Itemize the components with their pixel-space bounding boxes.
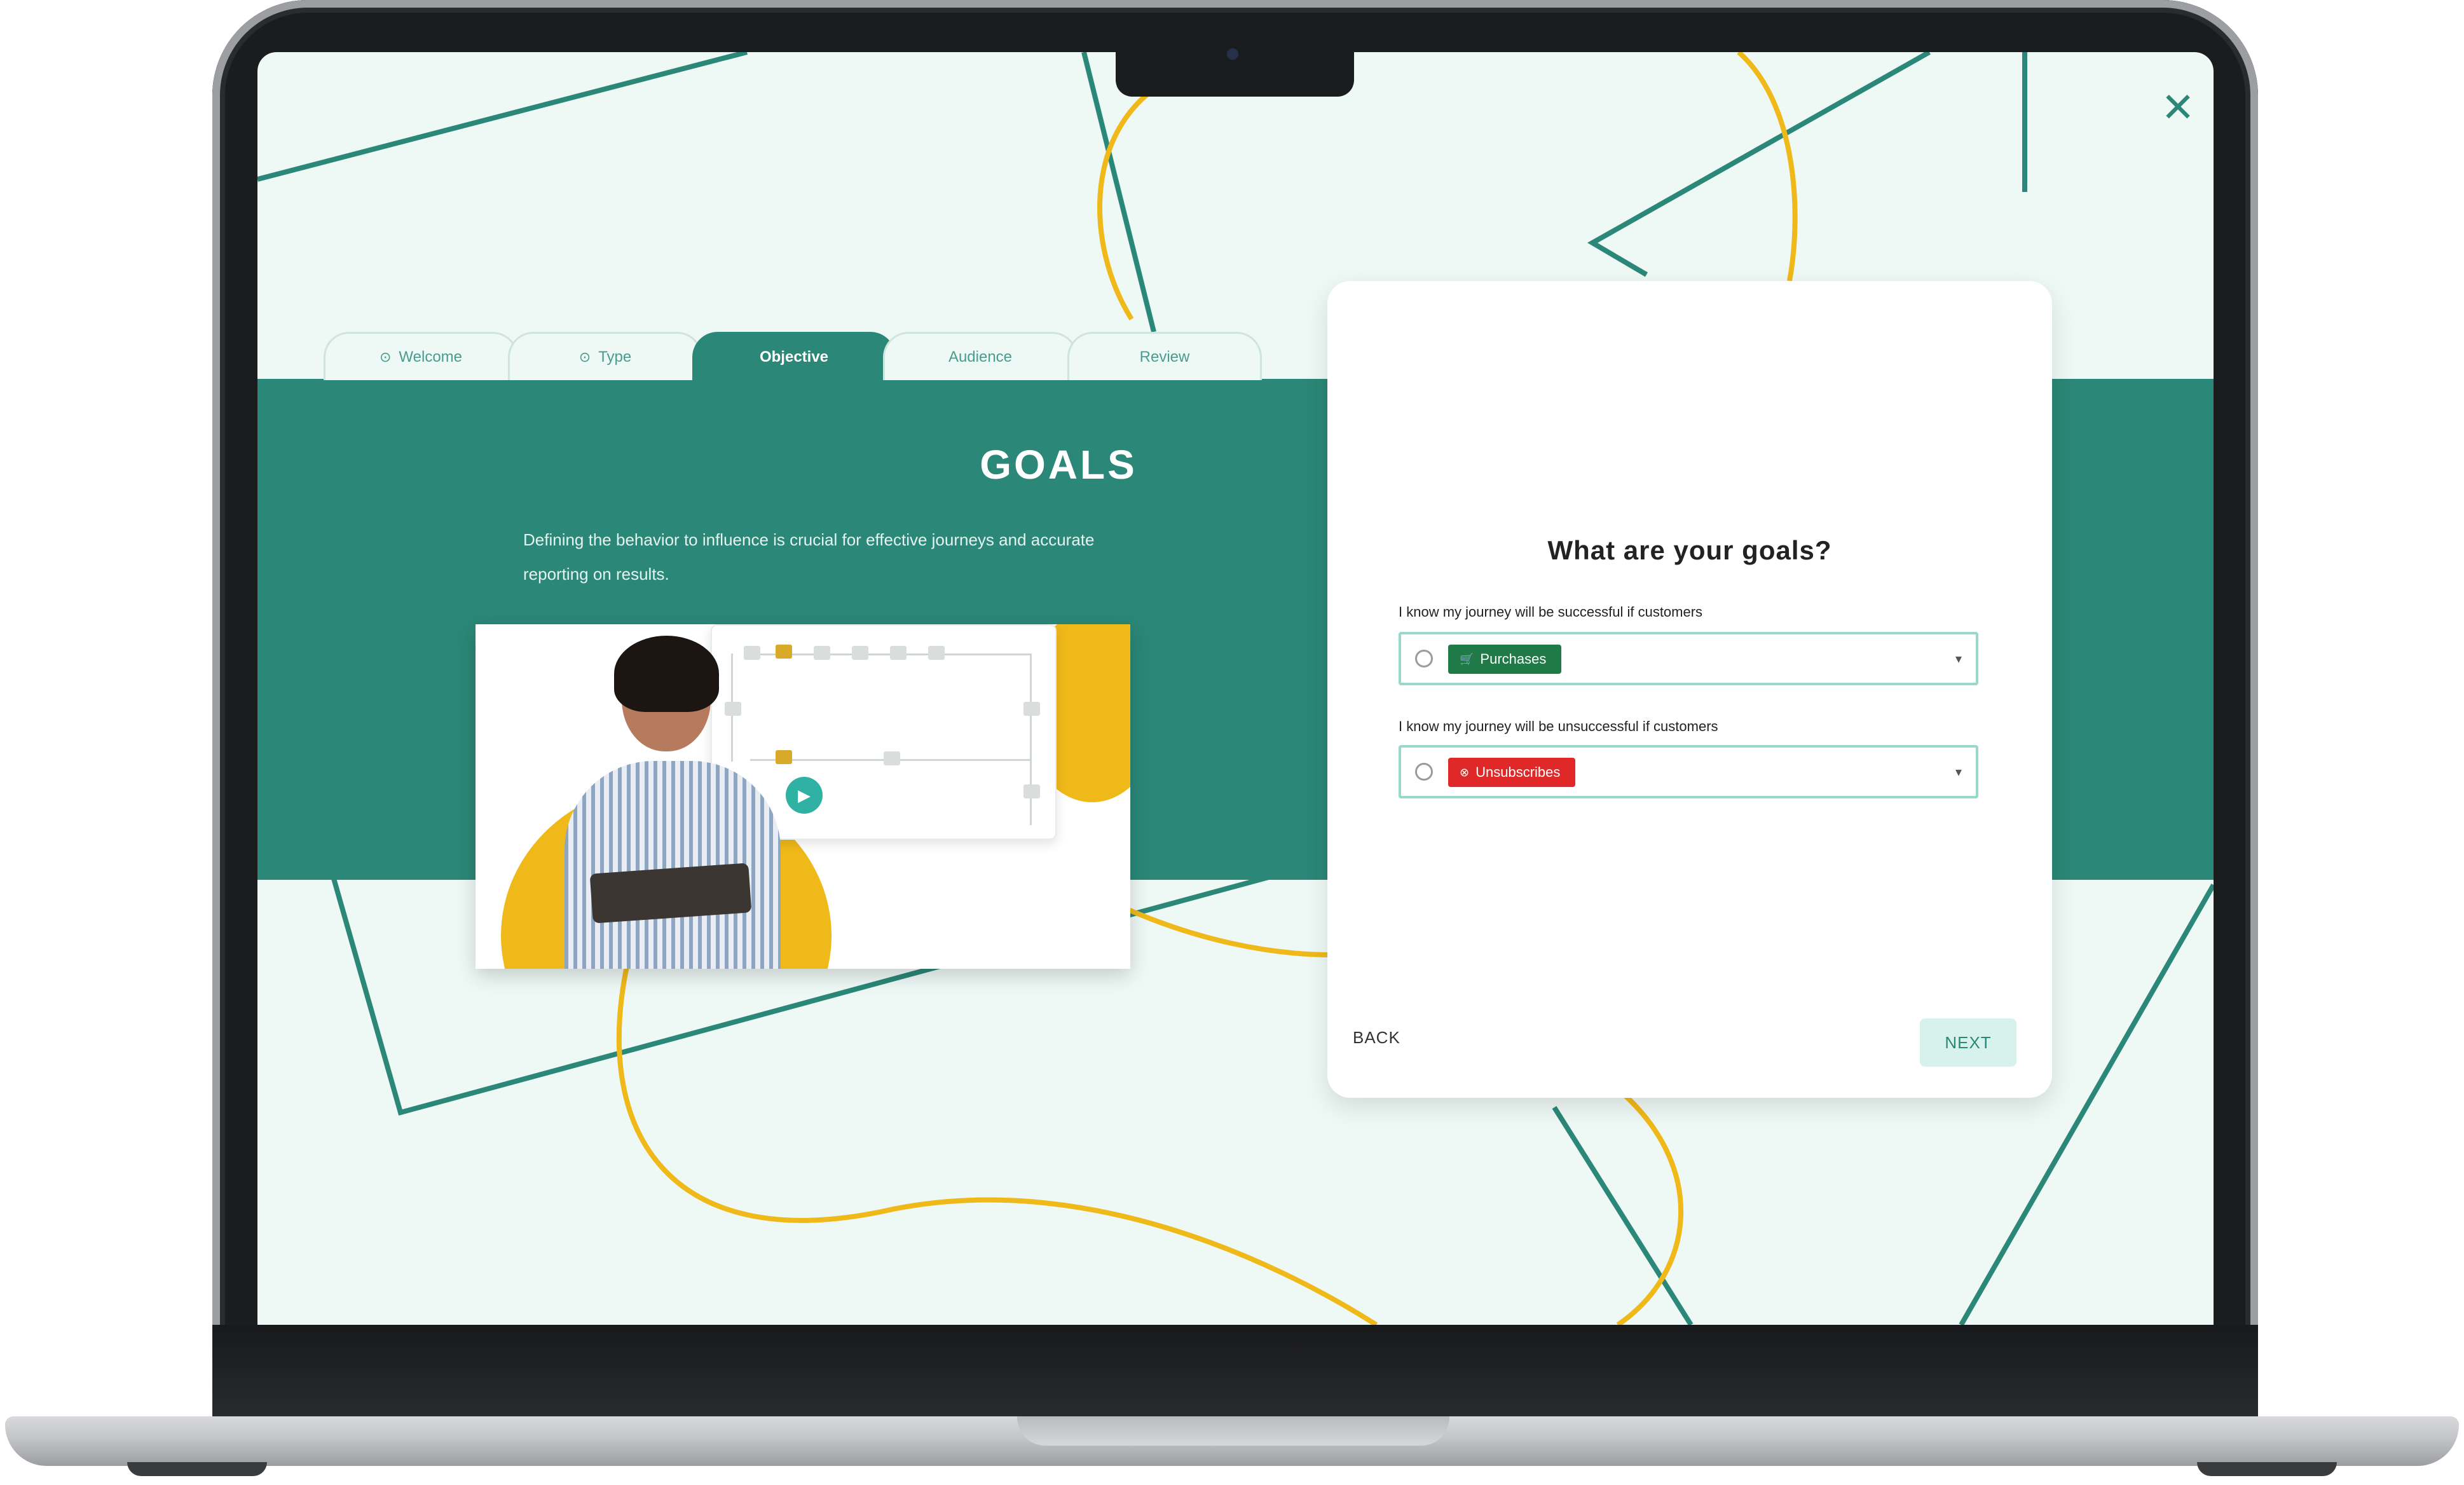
tab-label: Type <box>598 348 632 366</box>
selected-goal-chip[interactable]: ⊗ Unsubscribes <box>1448 758 1576 787</box>
back-button[interactable]: BACK <box>1353 1028 1400 1048</box>
check-circle-icon: ⊙ <box>578 348 591 365</box>
selected-goal-chip[interactable]: 🛒 Purchases <box>1448 645 1562 674</box>
play-icon[interactable]: ▶ <box>786 777 823 814</box>
person-photo <box>565 761 781 969</box>
failure-label: I know my journey will be unsuccessful i… <box>1399 718 1718 734</box>
check-circle-icon: ⊙ <box>379 348 392 365</box>
cart-icon: 🛒 <box>1460 653 1474 666</box>
tab-audience[interactable]: Audience <box>883 332 1078 380</box>
laptop-chin <box>212 1325 2258 1420</box>
next-button[interactable]: NEXT <box>1920 1018 2016 1067</box>
tab-review[interactable]: Review <box>1067 332 1262 380</box>
close-icon[interactable]: ✕ <box>2157 86 2199 128</box>
camera-icon <box>1227 48 1238 60</box>
chevron-down-icon[interactable]: ▾ <box>1955 764 1962 780</box>
laptop-foot-left <box>127 1462 267 1476</box>
laptop-foot-right <box>2197 1462 2337 1476</box>
chip-label: Purchases <box>1480 651 1547 667</box>
screen: ✕ ⊙ Welcome ⊙ Type Objective Audience Re… <box>257 52 2214 1325</box>
goals-card: What are your goals? I know my journey w… <box>1327 281 2052 1098</box>
tab-label: Objective <box>759 348 829 366</box>
radio-icon <box>1415 763 1433 781</box>
failure-goal-select[interactable]: ⊗ Unsubscribes ▾ <box>1399 745 1978 798</box>
tab-label: Audience <box>948 348 1013 366</box>
tab-welcome[interactable]: ⊙ Welcome <box>324 332 518 380</box>
journey-illustration: ▶ <box>476 624 1130 969</box>
goals-title: What are your goals? <box>1547 535 1832 565</box>
success-goal-select[interactable]: 🛒 Purchases ▾ <box>1399 632 1978 685</box>
chip-label: Unsubscribes <box>1475 764 1561 780</box>
tab-label: Review <box>1139 348 1190 366</box>
chevron-down-icon[interactable]: ▾ <box>1955 651 1962 667</box>
radio-icon <box>1415 650 1433 667</box>
unsubscribe-icon: ⊗ <box>1460 766 1470 779</box>
page-description: Defining the behavior to influence is cr… <box>523 530 1095 584</box>
success-label: I know my journey will be successful if … <box>1399 604 1703 620</box>
tab-type[interactable]: ⊙ Type <box>508 332 702 380</box>
tab-label: Welcome <box>399 348 463 366</box>
person-hair <box>614 636 719 712</box>
laptop-opening-notch <box>1017 1416 1449 1446</box>
tab-objective[interactable]: Objective <box>692 332 896 380</box>
